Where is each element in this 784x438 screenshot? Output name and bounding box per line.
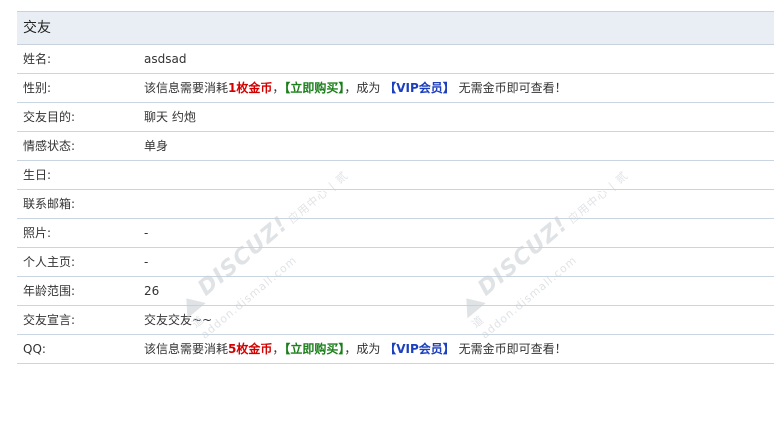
vip-member-link[interactable]: 【VIP会员】 [384,81,455,95]
row-birthday: 生日: [17,161,774,190]
buy-now-link[interactable]: 【立即购买】 [284,81,344,95]
birthday-label: 生日: [23,168,52,182]
paywall-prefix: 该信息需要消耗 [144,81,229,95]
section-title: 交友 [17,11,774,45]
email-label: 联系邮箱: [23,197,76,211]
vip-member-link[interactable]: 【VIP会员】 [384,342,455,356]
row-purpose: 交友目的: 聊天 约炮 [17,103,774,132]
paywall-prefix: 该信息需要消耗 [144,342,229,356]
friendship-panel: 交友 姓名: asdsad 性别: 该信息需要消耗1枚金币，【立即购买】，成为 … [17,11,774,364]
name-label: 姓名: [23,52,52,66]
homepage-label: 个人主页: [23,255,76,269]
paywall-coin-cost: 1枚金币 [228,81,273,95]
buy-now-link[interactable]: 【立即购买】 [284,342,344,356]
paywall-separator: ， [272,342,285,356]
relationship-status-label: 情感状态: [23,139,76,153]
row-email: 联系邮箱: [17,190,774,219]
row-photo: 照片: - [17,219,774,248]
age-range-value: 26 [144,284,160,298]
paywall-coin-cost: 5枚金币 [228,342,273,356]
declaration-label: 交友宣言: [23,313,76,327]
qq-label: QQ: [23,342,46,356]
row-age-range: 年龄范围: 26 [17,277,774,306]
row-gender: 性别: 该信息需要消耗1枚金币，【立即购买】，成为 【VIP会员】 无需金币即可… [17,74,774,103]
homepage-value: - [144,255,149,269]
name-value: asdsad [144,52,187,66]
row-homepage: 个人主页: - [17,248,774,277]
relationship-status-value: 单身 [144,139,169,153]
paywall-suffix: 无需金币即可查看！ [458,342,567,356]
row-declaration: 交友宣言: 交友交友~~ [17,306,774,335]
row-relationship-status: 情感状态: 单身 [17,132,774,161]
paywall-separator: ， [272,81,285,95]
age-range-label: 年龄范围: [23,284,76,298]
paywall-become-text: ，成为 [344,342,381,356]
purpose-value: 聊天 约炮 [144,110,196,124]
paywall-suffix: 无需金币即可查看！ [458,81,567,95]
row-name: 姓名: asdsad [17,45,774,74]
photo-value: - [144,226,149,240]
purpose-label: 交友目的: [23,110,76,124]
photo-label: 照片: [23,226,52,240]
gender-paywall: 该信息需要消耗1枚金币，【立即购买】，成为 【VIP会员】 无需金币即可查看！ [144,74,567,102]
declaration-value: 交友交友~~ [144,313,213,327]
row-qq: QQ: 该信息需要消耗5枚金币，【立即购买】，成为 【VIP会员】 无需金币即可… [17,335,774,364]
paywall-become-text: ，成为 [344,81,381,95]
qq-paywall: 该信息需要消耗5枚金币，【立即购买】，成为 【VIP会员】 无需金币即可查看！ [144,335,567,363]
gender-label: 性别: [23,81,52,95]
